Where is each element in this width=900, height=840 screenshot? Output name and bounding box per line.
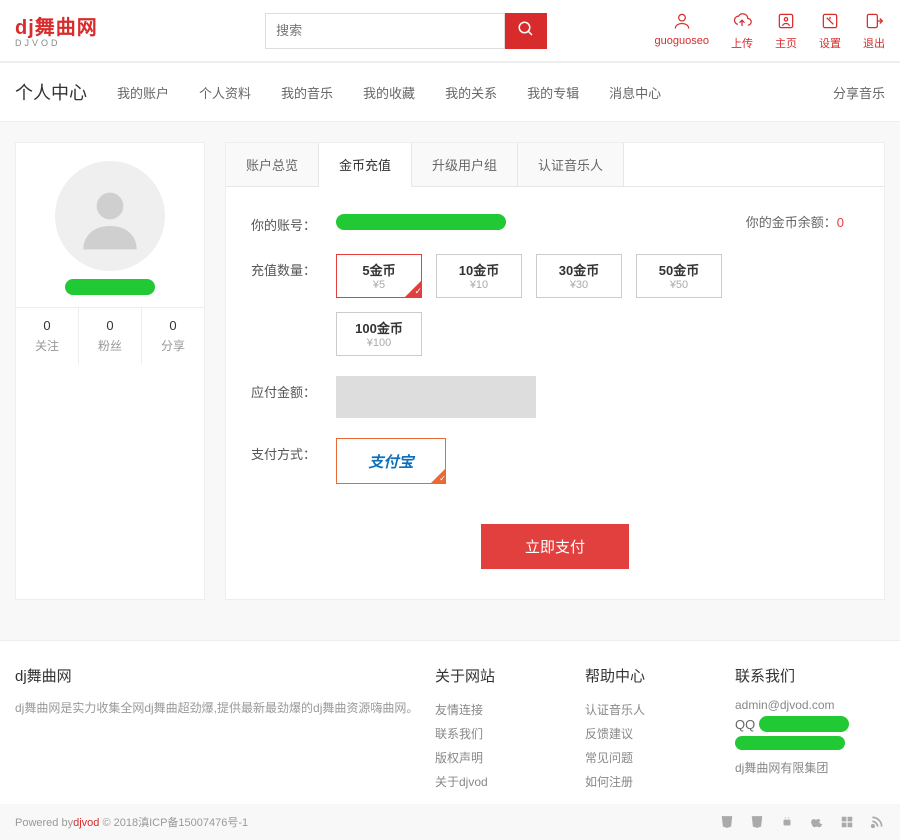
user-icon — [671, 10, 693, 32]
account-value-redacted — [336, 214, 506, 230]
windows-icon[interactable] — [839, 814, 855, 830]
tab-recharge[interactable]: 金币充值 — [319, 143, 412, 187]
footer-link[interactable]: 友情连接 — [435, 698, 585, 722]
method-label: 支付方式： — [236, 438, 316, 463]
footer-link[interactable]: 反馈建议 — [585, 722, 735, 746]
android-icon[interactable] — [779, 814, 795, 830]
check-icon — [431, 469, 445, 483]
nav-logout[interactable]: 退出 — [863, 10, 885, 51]
css3-icon[interactable] — [749, 814, 765, 830]
subnav-music[interactable]: 我的音乐 — [281, 83, 333, 102]
subnav-profile[interactable]: 个人资料 — [199, 83, 251, 102]
search-form — [265, 13, 547, 49]
footer-link[interactable]: 版权声明 — [435, 746, 585, 770]
nav-home[interactable]: 主页 — [775, 10, 797, 51]
stat-follow[interactable]: 0关注 — [16, 308, 79, 364]
page-title: 个人中心 — [15, 79, 87, 105]
apple-icon[interactable] — [809, 814, 825, 830]
pay-submit-button[interactable]: 立即支付 — [481, 524, 629, 569]
settings-icon — [819, 10, 841, 32]
qq-redacted — [759, 716, 849, 732]
home-icon — [775, 10, 797, 32]
nav-upload[interactable]: 上传 — [731, 10, 753, 51]
profile-sidebar: 0关注 0粉丝 0分享 — [15, 142, 205, 600]
tab-overview[interactable]: 账户总览 — [226, 143, 319, 186]
nav-user[interactable]: guoguoseo — [655, 10, 709, 51]
footer-company: dj舞曲网有限集团 — [735, 759, 885, 776]
username-redacted — [65, 279, 155, 295]
header-nav: guoguoseo 上传 主页 设置 退出 — [655, 10, 885, 51]
amount-30[interactable]: 30金币¥30 — [536, 254, 622, 298]
pay-method-alipay[interactable]: 支付宝 — [336, 438, 446, 484]
amount-50[interactable]: 50金币¥50 — [636, 254, 722, 298]
logo-subtext: DJVOD — [15, 38, 98, 48]
search-input[interactable] — [265, 13, 505, 49]
share-music-link[interactable]: 分享音乐 — [833, 83, 885, 102]
subnav-account[interactable]: 我的账户 — [117, 83, 169, 102]
amount-10[interactable]: 10金币¥10 — [436, 254, 522, 298]
due-label: 应付金额： — [236, 376, 316, 401]
stat-fans[interactable]: 0粉丝 — [79, 308, 142, 364]
footer-email: admin@djvod.com — [735, 698, 885, 712]
main-content: 账户总览 金币充值 升级用户组 认证音乐人 你的账号： 你的金币余额：0 充值数… — [225, 142, 885, 600]
footer-link[interactable]: 常见问题 — [585, 746, 735, 770]
logout-icon — [863, 10, 885, 32]
subnav-albums[interactable]: 我的专辑 — [527, 83, 579, 102]
check-icon — [405, 281, 421, 297]
due-amount-box — [336, 376, 536, 418]
footer-help-heading: 帮助中心 — [585, 665, 735, 686]
footer-about-text: dj舞曲网是实力收集全网dj舞曲超劲爆,提供最新最劲爆的dj舞曲资源嗨曲网。 — [15, 698, 435, 720]
footer-link[interactable]: 联系我们 — [435, 722, 585, 746]
nav-settings[interactable]: 设置 — [819, 10, 841, 51]
rss-icon[interactable] — [869, 814, 885, 830]
contact-redacted — [735, 736, 845, 750]
charge-label: 充值数量： — [236, 254, 316, 279]
tab-verify[interactable]: 认证音乐人 — [518, 143, 624, 186]
footer-about-heading: dj舞曲网 — [15, 665, 435, 686]
site-logo[interactable]: dj舞曲网 DJVOD — [15, 11, 98, 50]
tab-upgrade[interactable]: 升级用户组 — [412, 143, 518, 186]
footer-contact-heading: 联系我们 — [735, 665, 885, 686]
account-label: 你的账号： — [236, 209, 316, 234]
html5-icon[interactable] — [719, 814, 735, 830]
amount-100[interactable]: 100金币¥100 — [336, 312, 422, 356]
upload-icon — [731, 10, 753, 32]
search-icon — [517, 20, 535, 41]
logo-text: dj舞曲网 — [15, 11, 98, 40]
search-button[interactable] — [505, 13, 547, 49]
footer-link[interactable]: 认证音乐人 — [585, 698, 735, 722]
stat-share[interactable]: 0分享 — [142, 308, 204, 364]
balance-text: 你的金币余额：0 — [746, 212, 844, 231]
subnav-messages[interactable]: 消息中心 — [609, 83, 661, 102]
avatar[interactable] — [55, 161, 165, 271]
footer-social-icons — [719, 814, 885, 830]
footer-link[interactable]: 如何注册 — [585, 770, 735, 794]
copyright-text: Powered bydjvod © 2018滇ICP备15007476号-1 — [15, 814, 248, 830]
footer-link[interactable]: 关于djvod — [435, 770, 585, 794]
subnav-relations[interactable]: 我的关系 — [445, 83, 497, 102]
subnav-favorites[interactable]: 我的收藏 — [363, 83, 415, 102]
amount-5[interactable]: 5金币¥5 — [336, 254, 422, 298]
footer-site-heading: 关于网站 — [435, 665, 585, 686]
alipay-logo: 支付宝 — [368, 451, 413, 472]
